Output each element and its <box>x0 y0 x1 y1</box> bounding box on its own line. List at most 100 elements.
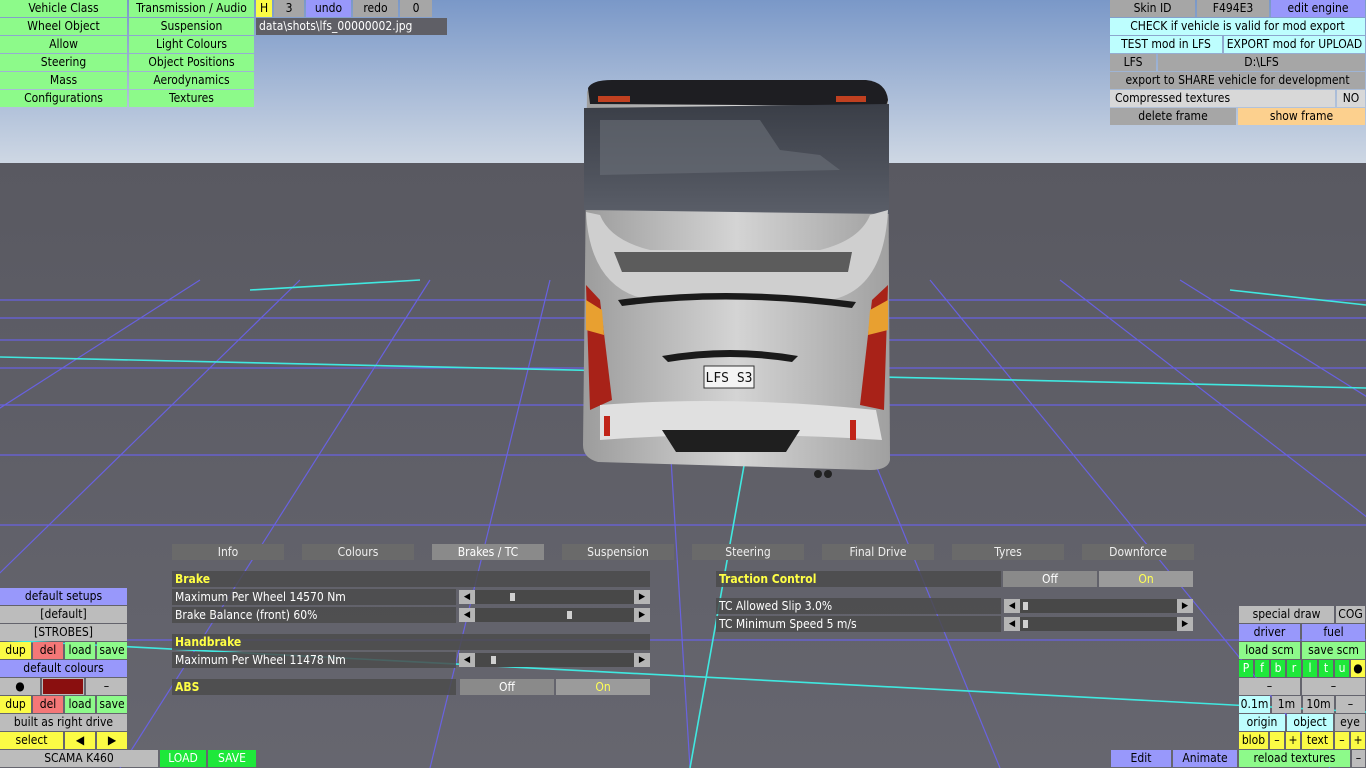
blob-minus-button[interactable]: – <box>1270 732 1284 749</box>
dist-1m-button[interactable]: 1m <box>1272 696 1301 713</box>
right-drive-toggle[interactable]: built as right drive <box>0 714 127 731</box>
menu-vehicle-class[interactable]: Vehicle Class <box>0 0 127 17</box>
reload-dash-button[interactable]: – <box>1352 750 1365 767</box>
test-mod-button[interactable]: TEST mod in LFS <box>1110 36 1222 53</box>
slider-right-arrow-icon[interactable]: ▶ <box>1177 617 1193 631</box>
view-toggle-7[interactable]: ● <box>1351 660 1365 677</box>
origin-button[interactable]: origin <box>1239 714 1285 731</box>
view-toggle-2[interactable]: b <box>1271 660 1285 677</box>
slider-knob[interactable] <box>490 656 496 664</box>
menu-aerodynamics[interactable]: Aerodynamics <box>129 72 254 89</box>
view-toggle-5[interactable]: t <box>1319 660 1333 677</box>
menu-wheel-object[interactable]: Wheel Object <box>0 18 127 35</box>
del-setup-button[interactable]: del <box>33 642 63 659</box>
skin-id-label[interactable]: Skin ID <box>1110 0 1195 17</box>
abs-on-button[interactable]: On <box>556 679 650 695</box>
slider-right-arrow-icon[interactable]: ▶ <box>1177 599 1193 613</box>
slider-left-arrow-icon[interactable]: ◀ <box>459 608 475 622</box>
reload-textures-button[interactable]: reload textures <box>1239 750 1350 767</box>
abs-off-button[interactable]: Off <box>460 679 554 695</box>
h-toggle[interactable]: H <box>256 0 272 17</box>
menu-textures[interactable]: Textures <box>129 90 254 107</box>
lfs-path[interactable]: D:\LFS <box>1158 54 1365 71</box>
check-valid-button[interactable]: CHECK if vehicle is valid for mod export <box>1110 18 1365 35</box>
tc-slip-slider[interactable]: ◀ ▶ <box>1004 599 1193 613</box>
view-toggle-0[interactable]: P <box>1239 660 1253 677</box>
tab-downforce[interactable]: Downforce <box>1082 544 1194 560</box>
object-button[interactable]: object <box>1287 714 1333 731</box>
menu-mass[interactable]: Mass <box>0 72 127 89</box>
save-scm-button[interactable]: save scm <box>1302 642 1365 659</box>
colour-dash-button[interactable]: – <box>86 678 127 695</box>
slider-right-arrow-icon[interactable]: ▶ <box>634 653 650 667</box>
menu-object-positions[interactable]: Object Positions <box>129 54 254 71</box>
slider-knob[interactable] <box>1023 602 1029 610</box>
menu-suspension[interactable]: Suspension <box>129 18 254 35</box>
menu-configurations[interactable]: Configurations <box>0 90 127 107</box>
load-scm-button[interactable]: load scm <box>1239 642 1300 659</box>
load-setup-button[interactable]: load <box>65 642 95 659</box>
tab-tyres[interactable]: Tyres <box>952 544 1064 560</box>
select-left-arrow[interactable]: ◀ <box>65 732 95 749</box>
menu-transmission-audio[interactable]: Transmission / Audio <box>129 0 254 17</box>
blob-button[interactable]: blob <box>1239 732 1268 749</box>
tab-final-drive[interactable]: Final Drive <box>822 544 934 560</box>
cog-button[interactable]: COG <box>1336 606 1365 623</box>
animate-mode-button[interactable]: Animate <box>1173 750 1237 767</box>
save-vehicle-button[interactable]: SAVE <box>208 750 256 767</box>
colour-dot-button[interactable]: ● <box>0 678 40 695</box>
compressed-textures-value[interactable]: NO <box>1337 90 1365 107</box>
lfs-label[interactable]: LFS <box>1110 54 1156 71</box>
tc-on-button[interactable]: On <box>1099 571 1193 587</box>
text-minus-button[interactable]: – <box>1335 732 1349 749</box>
edit-engine-button[interactable]: edit engine <box>1271 0 1365 17</box>
edit-mode-button[interactable]: Edit <box>1111 750 1171 767</box>
view-toggle-1[interactable]: f <box>1255 660 1269 677</box>
redo-button[interactable]: redo <box>353 0 398 17</box>
menu-steering[interactable]: Steering <box>0 54 127 71</box>
colour-swatch[interactable] <box>42 678 84 695</box>
save-setup-button[interactable]: save <box>97 642 127 659</box>
save-colour-button[interactable]: save <box>97 696 127 713</box>
slider-knob[interactable] <box>1023 620 1029 628</box>
view-toggle-6[interactable]: u <box>1335 660 1349 677</box>
default-colours-button[interactable]: default colours <box>0 660 127 677</box>
undo-button[interactable]: undo <box>306 0 351 17</box>
tab-brakes-tc[interactable]: Brakes / TC <box>432 544 544 560</box>
fuel-button[interactable]: fuel <box>1302 624 1365 641</box>
dup-setup-button[interactable]: dup <box>0 642 31 659</box>
default-setups-button[interactable]: default setups <box>0 588 127 605</box>
slider-left-arrow-icon[interactable]: ◀ <box>459 653 475 667</box>
tc-min-speed-slider[interactable]: ◀ ▶ <box>1004 617 1193 631</box>
view-toggle-4[interactable]: l <box>1303 660 1317 677</box>
dup-colour-button[interactable]: dup <box>0 696 31 713</box>
slider-left-arrow-icon[interactable]: ◀ <box>1004 617 1020 631</box>
text-plus-button[interactable]: + <box>1351 732 1365 749</box>
select-right-arrow[interactable]: ▶ <box>97 732 127 749</box>
dist-0-1m-button[interactable]: 0.1m <box>1239 696 1270 713</box>
select-button[interactable]: select <box>0 732 63 749</box>
slider-right-arrow-icon[interactable]: ▶ <box>634 608 650 622</box>
load-vehicle-button[interactable]: LOAD <box>160 750 206 767</box>
handbrake-max-slider[interactable]: ◀ ▶ <box>459 653 650 667</box>
slider-left-arrow-icon[interactable]: ◀ <box>459 590 475 604</box>
special-draw-button[interactable]: special draw <box>1239 606 1334 623</box>
del-colour-button[interactable]: del <box>33 696 63 713</box>
toggle-dash-right[interactable]: – <box>1302 678 1365 695</box>
eye-button[interactable]: eye <box>1335 714 1365 731</box>
view-toggle-3[interactable]: r <box>1287 660 1301 677</box>
toggle-dash-left[interactable]: – <box>1239 678 1300 695</box>
export-upload-button[interactable]: EXPORT mod for UPLOAD <box>1224 36 1365 53</box>
show-frame-button[interactable]: show frame <box>1238 108 1365 125</box>
brake-balance-slider[interactable]: ◀ ▶ <box>459 608 650 622</box>
driver-button[interactable]: driver <box>1239 624 1300 641</box>
export-share-button[interactable]: export to SHARE vehicle for development <box>1110 72 1365 89</box>
tab-steering[interactable]: Steering <box>692 544 804 560</box>
dist-minus-button[interactable]: – <box>1336 696 1365 713</box>
slider-knob[interactable] <box>510 593 515 601</box>
delete-frame-button[interactable]: delete frame <box>1110 108 1236 125</box>
load-colour-button[interactable]: load <box>65 696 95 713</box>
skin-id-value[interactable]: F494E3 <box>1197 0 1269 17</box>
text-button[interactable]: text <box>1302 732 1333 749</box>
h-value[interactable]: 3 <box>274 0 304 17</box>
